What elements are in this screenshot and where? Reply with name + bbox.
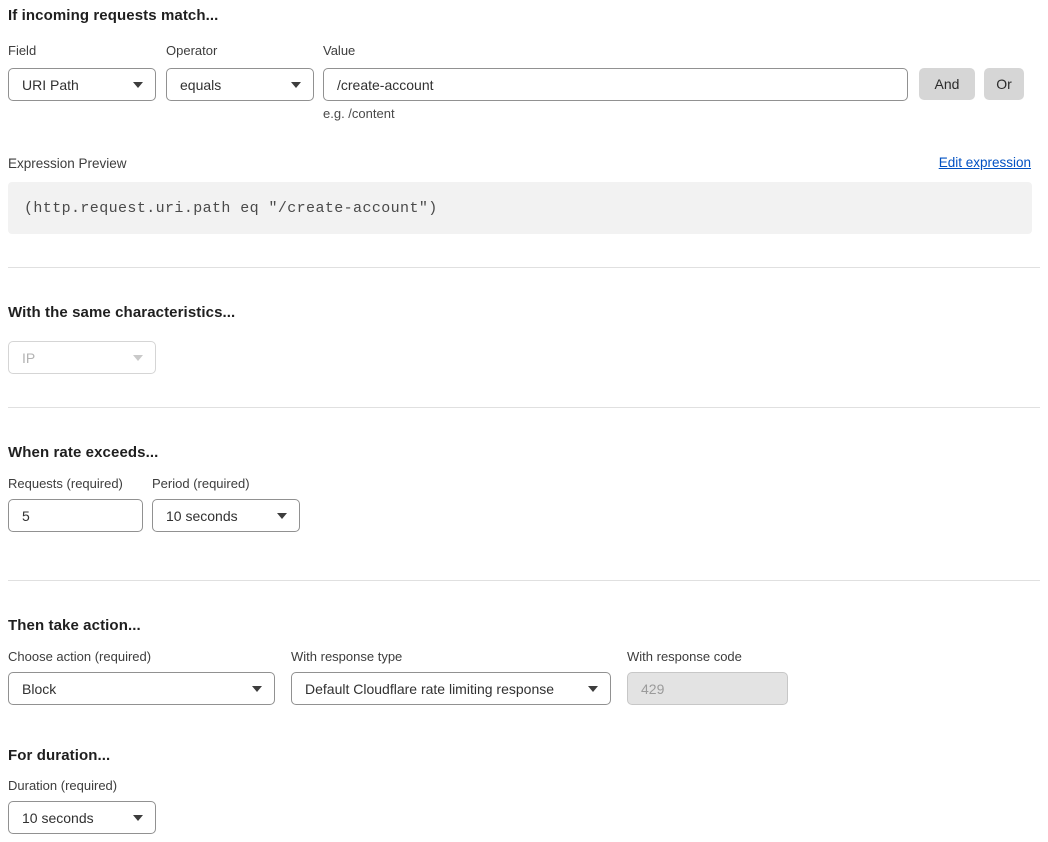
chevron-down-icon: [291, 82, 301, 88]
chevron-down-icon: [588, 686, 598, 692]
value-label: Value: [323, 43, 355, 58]
requests-label: Requests (required): [8, 476, 123, 491]
choose-action-label: Choose action (required): [8, 649, 151, 664]
section-divider: [8, 580, 1040, 581]
chevron-down-icon: [133, 355, 143, 361]
characteristics-select-value: IP: [22, 350, 35, 366]
response-code-input: [627, 672, 788, 705]
expression-preview-label: Expression Preview: [8, 156, 127, 171]
section-divider: [8, 407, 1040, 408]
field-select[interactable]: URI Path: [8, 68, 156, 101]
operator-select[interactable]: equals: [166, 68, 314, 101]
edit-expression-link[interactable]: Edit expression: [939, 155, 1031, 170]
rate-section-heading: When rate exceeds...: [8, 444, 158, 461]
field-label: Field: [8, 43, 36, 58]
period-select[interactable]: 10 seconds: [152, 499, 300, 532]
response-type-select[interactable]: Default Cloudflare rate limiting respons…: [291, 672, 611, 705]
expression-code: (http.request.uri.path eq "/create-accou…: [24, 200, 438, 217]
rate-limiting-rule-form: If incoming requests match... Field Oper…: [0, 0, 1048, 842]
operator-label: Operator: [166, 43, 217, 58]
characteristics-section-heading: With the same characteristics...: [8, 304, 235, 321]
value-hint: e.g. /content: [323, 106, 395, 121]
chevron-down-icon: [133, 82, 143, 88]
response-type-label: With response type: [291, 649, 402, 664]
response-type-select-value: Default Cloudflare rate limiting respons…: [305, 681, 554, 697]
duration-section-heading: For duration...: [8, 747, 110, 764]
value-input[interactable]: [323, 68, 908, 101]
chevron-down-icon: [277, 513, 287, 519]
period-label: Period (required): [152, 476, 250, 491]
characteristics-select: IP: [8, 341, 156, 374]
chevron-down-icon: [133, 815, 143, 821]
expression-code-block: (http.request.uri.path eq "/create-accou…: [8, 182, 1032, 234]
requests-input[interactable]: [8, 499, 143, 532]
action-section-heading: Then take action...: [8, 617, 141, 634]
duration-select[interactable]: 10 seconds: [8, 801, 156, 834]
chevron-down-icon: [252, 686, 262, 692]
duration-select-value: 10 seconds: [22, 810, 94, 826]
operator-select-value: equals: [180, 77, 221, 93]
section-divider: [8, 267, 1040, 268]
field-select-value: URI Path: [22, 77, 79, 93]
choose-action-select[interactable]: Block: [8, 672, 275, 705]
or-button[interactable]: Or: [984, 68, 1024, 100]
match-section-heading: If incoming requests match...: [8, 7, 218, 24]
and-button[interactable]: And: [919, 68, 975, 100]
choose-action-select-value: Block: [22, 681, 56, 697]
response-code-label: With response code: [627, 649, 742, 664]
duration-label: Duration (required): [8, 778, 117, 793]
period-select-value: 10 seconds: [166, 508, 238, 524]
